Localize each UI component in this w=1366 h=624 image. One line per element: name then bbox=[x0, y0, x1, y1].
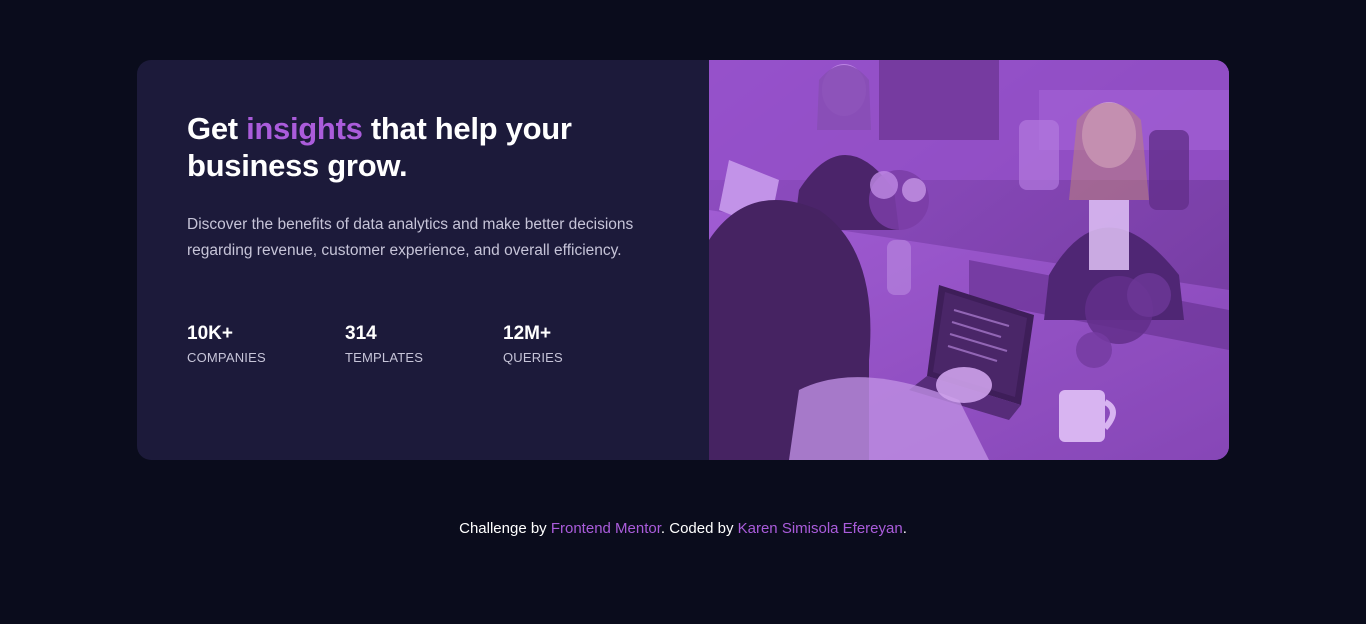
stat-queries: 12M+ QUERIES bbox=[503, 322, 661, 367]
author-link[interactable]: Karen Simisola Efereyan bbox=[738, 520, 903, 537]
headline: Get insights that help your business gro… bbox=[187, 110, 627, 184]
headline-accent: insights bbox=[246, 111, 363, 146]
stat-value: 12M+ bbox=[503, 323, 552, 344]
stat-label: TEMPLATES bbox=[345, 350, 424, 365]
stat-value: 10K+ bbox=[187, 323, 233, 344]
card-content: Get insights that help your business gro… bbox=[137, 60, 709, 460]
stat-label: QUERIES bbox=[503, 350, 563, 365]
stat-label: COMPANIES bbox=[187, 350, 266, 365]
stats-row: 10K+ COMPANIES 314 TEMPLATES 12M+ QUERIE… bbox=[187, 322, 661, 367]
headline-start: Get bbox=[187, 111, 247, 146]
stat-value: 314 bbox=[345, 323, 377, 344]
stat-companies: 10K+ COMPANIES bbox=[187, 322, 345, 367]
description: Discover the benefits of data analytics … bbox=[187, 216, 634, 259]
stat-templates: 314 TEMPLATES bbox=[345, 322, 503, 367]
attribution-suffix: . bbox=[902, 520, 907, 537]
frontend-mentor-link[interactable]: Frontend Mentor bbox=[551, 520, 661, 537]
attribution-prefix: Challenge by bbox=[459, 520, 551, 537]
header-image bbox=[709, 60, 1229, 460]
stats-preview-card: Get insights that help your business gro… bbox=[137, 60, 1229, 460]
office-photo-illustration bbox=[709, 60, 1229, 460]
attribution: Challenge by Frontend Mentor. Coded by K… bbox=[0, 519, 1366, 539]
attribution-middle: . Coded by bbox=[660, 520, 738, 537]
